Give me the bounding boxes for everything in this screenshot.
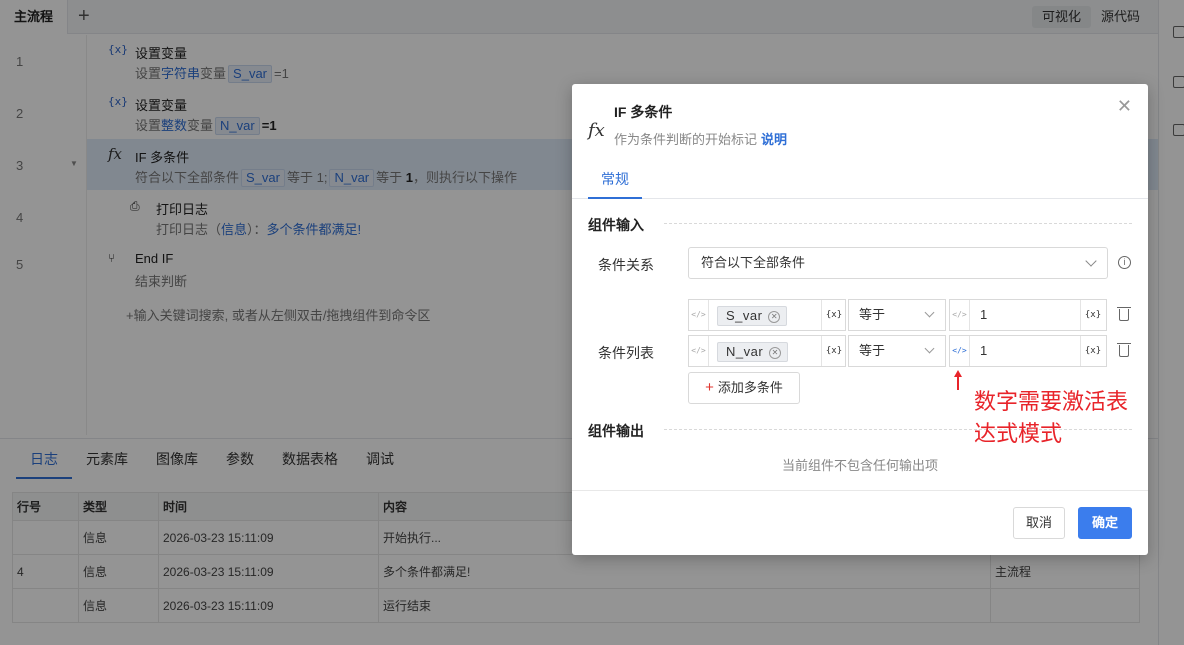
code-toggle-icon[interactable]: </> <box>689 300 709 330</box>
plus-icon: + <box>705 379 714 396</box>
dialog-subtitle: 作为条件判断的开始标记 说明 <box>614 132 788 147</box>
operator-select[interactable]: 等于 <box>848 299 946 331</box>
code-toggle-icon[interactable]: </> <box>689 336 709 366</box>
annotation-arrow-icon <box>954 370 962 390</box>
relation-label: 条件关系 <box>598 257 654 273</box>
dialog-title: IF 多条件 <box>614 104 673 120</box>
operand-value: 1 <box>980 307 988 322</box>
variable-tag: S_var ✕ <box>717 306 788 326</box>
chevron-down-icon <box>924 343 935 354</box>
fx-icon: fx <box>588 120 605 141</box>
code-toggle-icon[interactable]: </> <box>950 300 970 330</box>
confirm-button[interactable]: 确定 <box>1078 507 1132 539</box>
relation-select[interactable]: 符合以下全部条件 <box>688 247 1108 279</box>
insert-variable-button[interactable]: {x} <box>822 336 846 366</box>
condition-list-label: 条件列表 <box>598 345 654 361</box>
dialog-tabs: 常规 <box>572 164 1148 199</box>
right-operand-field[interactable]: </> 1 {x} <box>949 335 1107 367</box>
tab-general[interactable]: 常规 <box>588 164 642 199</box>
insert-variable-button[interactable]: {x} <box>822 300 846 330</box>
insert-variable-button[interactable]: {x} <box>1081 336 1105 366</box>
input-section-title: 组件输入 <box>588 217 644 233</box>
info-icon[interactable]: i <box>1118 256 1131 269</box>
trash-icon[interactable] <box>1117 343 1131 357</box>
relation-select-value: 符合以下全部条件 <box>701 255 806 270</box>
operator-select[interactable]: 等于 <box>848 335 946 367</box>
chevron-down-icon <box>1085 255 1097 267</box>
no-output-message: 当前组件不包含任何输出项 <box>781 458 938 473</box>
cancel-button[interactable]: 取消 <box>1013 507 1065 539</box>
dialog-footer-divider <box>572 490 1148 491</box>
left-operand-field[interactable]: </> S_var ✕ {x} <box>688 299 846 331</box>
condition-row: </> N_var ✕ {x} 等于 </> 1 {x} <box>688 335 1134 367</box>
operator-value: 等于 <box>859 343 886 358</box>
add-condition-button[interactable]: + 添加多条件 <box>688 372 800 404</box>
if-multi-condition-dialog: fx IF 多条件 作为条件判断的开始标记 说明 ✕ 常规 组件输入 条件关系 符… <box>572 84 1148 555</box>
insert-variable-button[interactable]: {x} <box>1081 300 1105 330</box>
chevron-down-icon <box>924 307 935 318</box>
operand-value: 1 <box>980 343 988 358</box>
left-operand-field[interactable]: </> N_var ✕ {x} <box>688 335 846 367</box>
operator-value: 等于 <box>859 307 886 322</box>
annotation-text: 数字需要激活表达式模式 <box>974 389 1129 446</box>
remove-tag-icon[interactable]: ✕ <box>768 311 781 323</box>
condition-row: </> S_var ✕ {x} 等于 </> 1 {x} <box>688 299 1134 331</box>
output-section-title: 组件输出 <box>588 423 644 439</box>
right-operand-field[interactable]: </> 1 {x} <box>949 299 1107 331</box>
code-toggle-icon[interactable]: </> <box>950 336 970 366</box>
remove-tag-icon[interactable]: ✕ <box>769 347 782 359</box>
help-link[interactable]: 说明 <box>761 132 787 147</box>
variable-tag: N_var ✕ <box>717 342 789 362</box>
close-icon[interactable]: ✕ <box>1117 96 1132 117</box>
section-divider <box>664 223 1132 224</box>
trash-icon[interactable] <box>1117 307 1131 321</box>
